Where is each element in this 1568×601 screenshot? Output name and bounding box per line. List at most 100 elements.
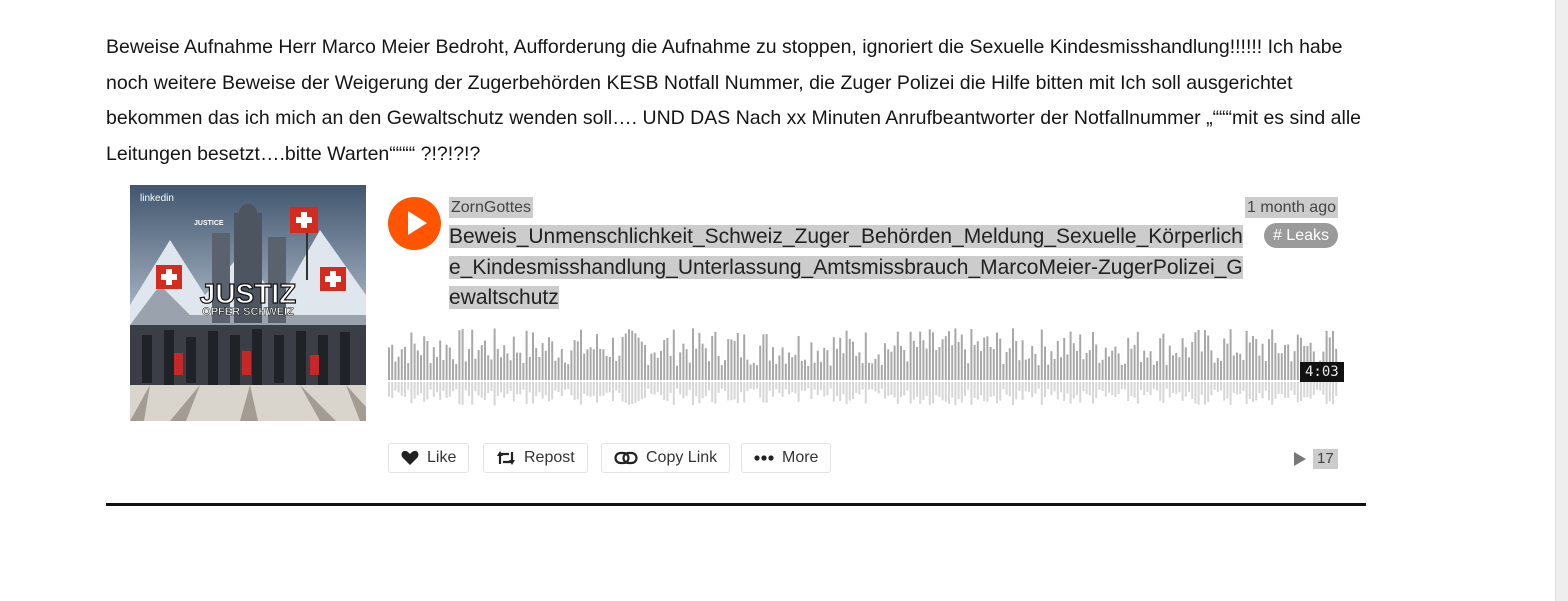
- more-button[interactable]: More: [741, 443, 832, 473]
- artwork-corner-label: linkedin: [140, 193, 174, 204]
- waveform-bar: [432, 347, 435, 380]
- track-title-text[interactable]: Beweis_Unmenschlichkeit_Schweiz_Zuger_Be…: [449, 225, 1243, 309]
- waveform-bar: [570, 350, 573, 380]
- repost-icon: [497, 451, 515, 465]
- waveform-bar: [1236, 352, 1238, 380]
- waveform-reflection-bar: [775, 382, 778, 390]
- waveform-reflection-bar: [1255, 382, 1258, 401]
- like-button[interactable]: Like: [388, 443, 470, 473]
- waveform-reflection-bar: [1268, 382, 1270, 401]
- waveform-reflection-bar: [1111, 382, 1114, 396]
- waveform-reflection-bar: [932, 382, 934, 404]
- waveform-reflection-bar: [1178, 382, 1181, 393]
- waveform-bar: [500, 357, 502, 380]
- waveform-reflection-bar: [976, 382, 979, 400]
- waveform-reflection-bar: [538, 382, 541, 393]
- waveform-bar: [1226, 343, 1229, 380]
- waveform-reflection-bar: [1156, 382, 1158, 391]
- waveform-bar: [464, 361, 467, 380]
- waveform-reflection-bar: [1197, 382, 1200, 405]
- artwork-title: JUSTIZ: [200, 278, 296, 309]
- waveform-reflection-bar: [848, 382, 851, 401]
- waveform-bar: [964, 349, 966, 380]
- waveform-bar: [733, 340, 736, 380]
- waveform-bar: [532, 332, 534, 380]
- waveform-bar: [391, 344, 394, 380]
- waveform-reflection-bar: [676, 382, 678, 389]
- waveform-bar: [471, 329, 474, 380]
- repost-button[interactable]: Repost: [483, 443, 588, 473]
- waveform-reflection-bar: [1072, 382, 1075, 399]
- waveform-reflection-bar: [1104, 382, 1107, 397]
- waveform-bar: [823, 347, 826, 380]
- waveform-reflection-bar: [724, 382, 726, 391]
- waveform-reflection-bar: [557, 382, 560, 393]
- waveform-reflection-bar: [855, 382, 858, 393]
- waveform[interactable]: [388, 323, 1338, 413]
- track-title[interactable]: Beweis_Unmenschlichkeit_Schweiz_Zuger_Be…: [449, 222, 1249, 314]
- waveform-bar: [804, 359, 806, 380]
- copy-link-button[interactable]: Copy Link: [601, 443, 731, 473]
- waveform-bar: [1287, 344, 1290, 380]
- waveform-reflection-bar: [1018, 382, 1021, 391]
- waveform-bar: [772, 347, 774, 380]
- waveform-reflection-bar: [1213, 382, 1216, 390]
- waveform-reflection-bar: [672, 382, 675, 405]
- waveform-bar: [1277, 353, 1280, 380]
- waveform-reflection-bar: [1031, 382, 1034, 398]
- waveform-reflection-bar: [544, 382, 547, 396]
- waveform-bar: [1213, 362, 1216, 380]
- waveform-bar: [564, 362, 566, 380]
- waveform-bar: [948, 331, 950, 380]
- waveform-reflection-bar: [938, 382, 941, 397]
- waveform-bar: [829, 365, 832, 380]
- waveform-reflection-bar: [1165, 382, 1168, 389]
- waveform-bar: [388, 347, 390, 380]
- waveform-bar: [599, 348, 602, 380]
- waveform-reflection-bar: [788, 382, 790, 395]
- genre-tag[interactable]: # Leaks: [1263, 223, 1338, 248]
- waveform-reflection-bar: [906, 382, 909, 391]
- waveform-reflection-bar: [1047, 382, 1050, 389]
- waveform-reflection-bar: [1021, 382, 1024, 400]
- waveform-reflection-bar: [1284, 382, 1286, 398]
- waveform-reflection-bar: [554, 382, 557, 391]
- waveform-reflection-bar: [1159, 382, 1162, 401]
- waveform-reflection-bar: [903, 382, 906, 396]
- waveform-reflection-bar: [640, 382, 643, 400]
- waveform-reflection-bar: [928, 382, 931, 405]
- waveform-reflection-bar: [836, 382, 838, 396]
- waveform-bar: [1127, 337, 1130, 380]
- waveform-reflection-bar: [880, 382, 883, 389]
- waveform-reflection-bar: [772, 382, 774, 397]
- waveform-reflection-bar: [688, 382, 691, 390]
- waveform-bar: [567, 364, 570, 380]
- play-button[interactable]: [388, 197, 441, 250]
- waveform-bar: [861, 363, 864, 380]
- waveform-bar: [836, 348, 838, 380]
- waveform-bar: [1021, 340, 1024, 380]
- waveform-reflection-bar: [1258, 382, 1261, 393]
- waveform-bar: [592, 349, 595, 380]
- waveform-bar: [522, 363, 525, 380]
- waveform-reflection-bar: [1229, 382, 1232, 405]
- page-scrollbar[interactable]: [1555, 0, 1568, 601]
- waveform-bar: [420, 355, 422, 380]
- waveform-bar: [1037, 365, 1040, 380]
- waveform-reflection-bar: [698, 382, 701, 404]
- track-artwork[interactable]: linkedin JUSTICE JUSTIZ OPFER SCHWEIZ: [130, 185, 366, 421]
- waveform-bar: [1047, 364, 1050, 380]
- waveform-bar: [884, 343, 886, 380]
- waveform-reflection-bar: [1293, 382, 1296, 395]
- waveform-reflection-bar: [528, 382, 531, 393]
- waveform-reflection-bar: [580, 382, 582, 405]
- waveform-reflection-bar: [746, 382, 749, 392]
- waveform-reflection-bar: [909, 382, 912, 404]
- waveform-bar: [1152, 364, 1155, 380]
- waveform-bar: [1181, 338, 1184, 380]
- waveform-reflection-bar: [711, 382, 714, 402]
- waveform-reflection-bar: [1181, 382, 1184, 401]
- waveform-reflection-bar: [541, 382, 544, 399]
- waveform-reflection-bar: [653, 382, 656, 395]
- uploader-name[interactable]: ZornGottes: [449, 197, 534, 218]
